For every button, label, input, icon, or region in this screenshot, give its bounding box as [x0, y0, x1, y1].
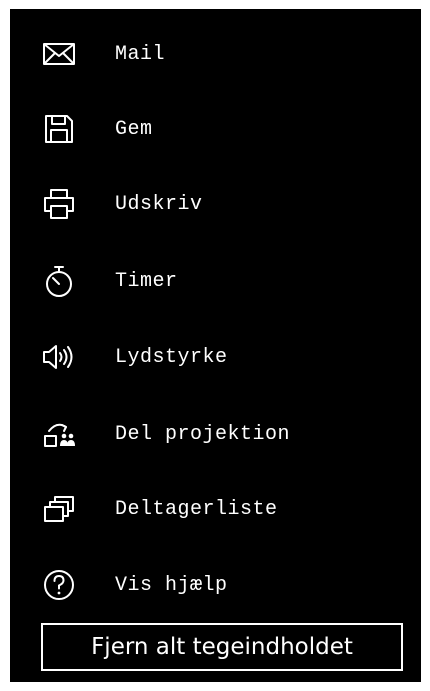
menu-item-label: Mail [115, 42, 166, 66]
volume-icon [41, 339, 77, 375]
menu-item-help[interactable]: Vis hjælp [10, 555, 421, 615]
menu-item-volume[interactable]: Lydstyrke [10, 327, 421, 387]
menu-item-label: Vis hjælp [115, 573, 228, 597]
menu-item-label: Gem [115, 117, 153, 141]
menu-item-print[interactable]: Udskriv [10, 174, 421, 234]
menu-item-label: Udskriv [115, 192, 203, 216]
menu-item-label: Lydstyrke [115, 345, 228, 369]
menu-item-mail[interactable]: Mail [10, 24, 421, 84]
stopwatch-icon [41, 263, 77, 299]
clear-all-drawings-button[interactable]: Fjern alt tegeindholdet [41, 623, 403, 671]
share-projection-icon [41, 416, 77, 452]
participant-list-icon [41, 491, 77, 527]
menu-item-timer[interactable]: Timer [10, 251, 421, 311]
menu-item-label: Timer [115, 269, 178, 293]
menu-item-label: Del projektion [115, 422, 291, 446]
save-icon [41, 111, 77, 147]
menu-item-participant-list[interactable]: Deltagerliste [10, 479, 421, 539]
printer-icon [41, 186, 77, 222]
menu-item-label: Deltagerliste [115, 497, 278, 521]
mail-icon [41, 36, 77, 72]
help-icon [41, 567, 77, 603]
menu-item-save[interactable]: Gem [10, 99, 421, 159]
menu-item-share-projection[interactable]: Del projektion [10, 404, 421, 464]
side-menu-panel: Mail Gem Udskriv Timer Lydstyrke Del pro… [10, 9, 421, 682]
